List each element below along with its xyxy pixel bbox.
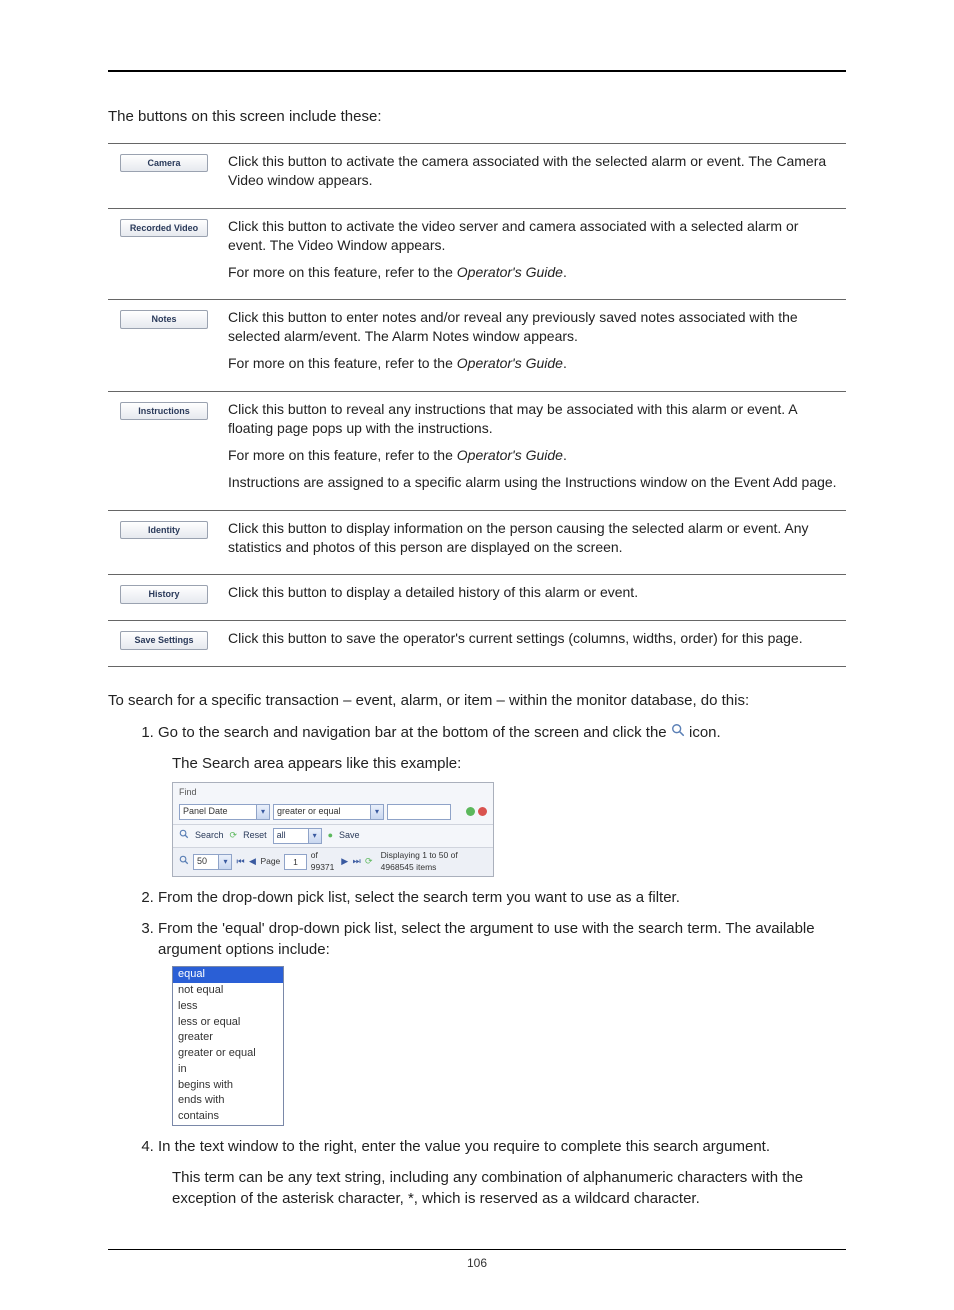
- list-item[interactable]: less or equal: [173, 1015, 283, 1031]
- pager-magnifier-icon[interactable]: [179, 855, 189, 869]
- table-row: Identity Click this button to display inf…: [108, 510, 846, 575]
- last-page-icon[interactable]: ⏭: [353, 857, 361, 867]
- find-operator-value: greater or equal: [277, 805, 341, 818]
- step-4a-text: In the text window to the right, enter t…: [158, 1138, 770, 1155]
- table-row: Camera Click this button to activate the …: [108, 144, 846, 209]
- find-field-value: Panel Date: [183, 805, 228, 818]
- step-1: Go to the search and navigation bar at t…: [158, 722, 846, 878]
- list-item[interactable]: greater or equal: [173, 1046, 283, 1062]
- button-description: Click this button to save the operator's…: [220, 621, 846, 667]
- save-settings-button[interactable]: Save Settings: [120, 631, 208, 649]
- find-value-input[interactable]: [387, 804, 451, 820]
- magnifier-icon: [671, 722, 685, 743]
- list-item[interactable]: begins with: [173, 1078, 283, 1094]
- table-row: Recorded Video Click this button to activ…: [108, 208, 846, 300]
- step-4: In the text window to the right, enter t…: [158, 1136, 846, 1209]
- find-panel: Find Panel Date▾ greater or equal▾ Searc: [172, 782, 494, 877]
- reset-link[interactable]: Reset: [243, 829, 267, 842]
- step-1b-text: icon.: [689, 724, 721, 741]
- step-1-sub: The Search area appears like this exampl…: [172, 753, 846, 774]
- table-row: Save Settings Click this button to save t…: [108, 621, 846, 667]
- button-description: Click this button to display a detailed …: [220, 575, 846, 621]
- top-rule: [108, 70, 846, 72]
- list-item[interactable]: equal: [173, 967, 283, 983]
- history-button[interactable]: History: [120, 585, 208, 603]
- page-number-input[interactable]: 1: [284, 854, 306, 870]
- list-item[interactable]: contains: [173, 1109, 283, 1125]
- list-item[interactable]: ends with: [173, 1093, 283, 1109]
- page-number: 106: [467, 1256, 487, 1270]
- list-item[interactable]: in: [173, 1062, 283, 1078]
- steps-list: Go to the search and navigation bar at t…: [130, 722, 846, 1209]
- find-operator-dropdown[interactable]: greater or equal▾: [273, 804, 384, 820]
- step-1a-text: Go to the search and navigation bar at t…: [158, 724, 671, 741]
- step-4b-text: This term can be any text string, includ…: [172, 1167, 846, 1209]
- add-criterion-icon[interactable]: [466, 807, 475, 816]
- intro-text: The buttons on this screen include these…: [108, 108, 846, 125]
- instructions-button[interactable]: Instructions: [120, 402, 208, 420]
- button-table: Camera Click this button to activate the …: [108, 143, 846, 667]
- save-link[interactable]: Save: [339, 829, 360, 842]
- prev-page-icon[interactable]: ◀: [249, 857, 257, 867]
- button-description: Click this button to display information…: [220, 510, 846, 575]
- pagesize-dropdown[interactable]: 50▾: [193, 854, 232, 870]
- pager-status: Displaying 1 to 50 of 4968545 items: [381, 850, 487, 874]
- reset-icon: ⟳: [230, 829, 238, 842]
- camera-button[interactable]: Camera: [120, 154, 208, 172]
- step-3: From the 'equal' drop-down pick list, se…: [158, 918, 846, 1126]
- all-dropdown[interactable]: all▾: [273, 828, 322, 844]
- pager-bar: 50▾ ⏮ ◀ Page 1 of 99371 ▶ ⏭ ⟳ Displaying…: [173, 847, 493, 877]
- notes-button[interactable]: Notes: [120, 310, 208, 328]
- first-page-icon[interactable]: ⏮: [236, 857, 244, 867]
- remove-criterion-icon[interactable]: [478, 807, 487, 816]
- find-field-dropdown[interactable]: Panel Date▾: [179, 804, 270, 820]
- list-item[interactable]: greater: [173, 1030, 283, 1046]
- refresh-icon[interactable]: ⟳: [365, 857, 373, 867]
- list-item[interactable]: less: [173, 999, 283, 1015]
- page-label: Page: [260, 856, 280, 868]
- all-value: all: [277, 829, 286, 842]
- table-row: Notes Click this button to enter notes an…: [108, 300, 846, 392]
- page-footer: 106: [108, 1249, 846, 1270]
- button-description: Click this button to activate the camera…: [220, 144, 846, 209]
- identity-button[interactable]: Identity: [120, 521, 208, 539]
- save-icon: ●: [328, 829, 333, 842]
- next-page-icon[interactable]: ▶: [341, 857, 349, 867]
- recorded-video-button[interactable]: Recorded Video: [120, 219, 208, 237]
- search-intro: To search for a specific transaction – e…: [108, 691, 846, 711]
- find-title: Find: [173, 783, 493, 802]
- search-icon: [179, 829, 189, 843]
- search-link[interactable]: Search: [195, 829, 224, 842]
- of-count: of 99371: [311, 850, 337, 874]
- list-item[interactable]: not equal: [173, 983, 283, 999]
- button-description: Click this button to reveal any instruct…: [220, 392, 846, 511]
- table-row: History Click this button to display a de…: [108, 575, 846, 621]
- argument-dropdown-list: equalnot equallessless or equalgreatergr…: [172, 966, 284, 1126]
- button-description: Click this button to activate the video …: [220, 208, 846, 300]
- pagesize-value: 50: [197, 855, 207, 868]
- step-2: From the drop-down pick list, select the…: [158, 887, 846, 908]
- button-description: Click this button to enter notes and/or …: [220, 300, 846, 392]
- step-3-text: From the 'equal' drop-down pick list, se…: [158, 920, 815, 958]
- table-row: Instructions Click this button to reveal …: [108, 392, 846, 511]
